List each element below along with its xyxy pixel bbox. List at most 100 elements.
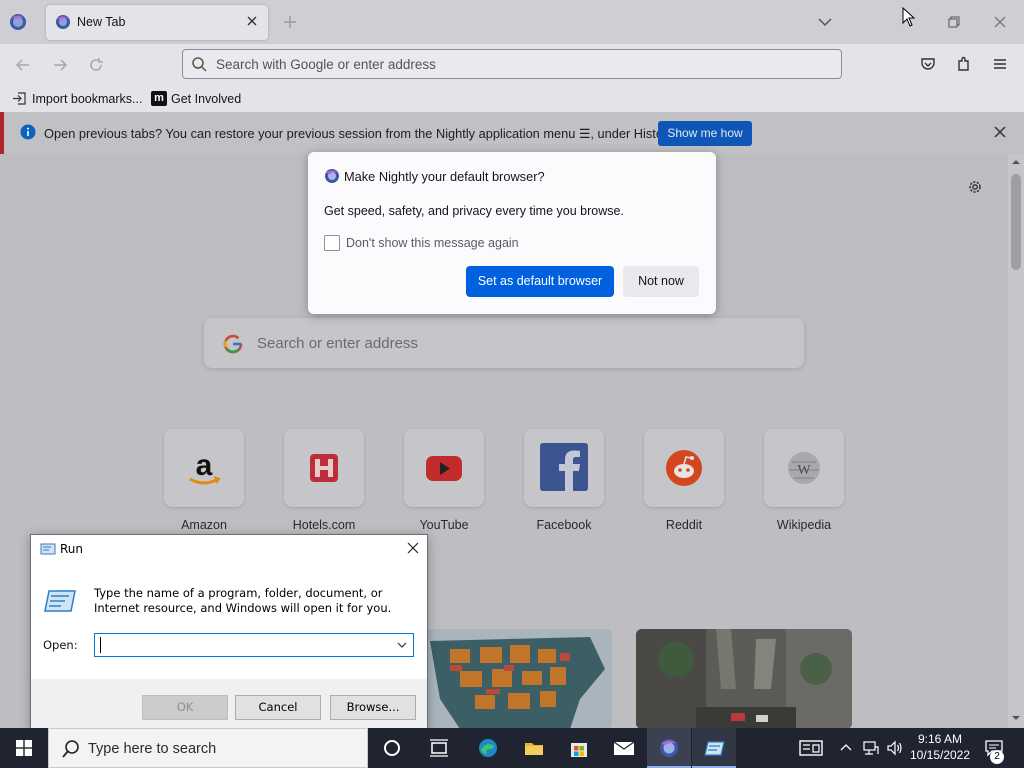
navigation-toolbar: Search with Google or enter address: [0, 44, 1024, 86]
info-icon: [20, 124, 36, 140]
news-widget-button[interactable]: [796, 728, 826, 768]
open-label: Open:: [43, 638, 78, 652]
notification-count-badge: 2: [990, 750, 1004, 764]
tile-box: W: [764, 429, 844, 507]
notification-text: Open previous tabs? You can restore your…: [44, 126, 677, 141]
tab-title: New Tab: [77, 15, 126, 29]
tab-new-tab[interactable]: New Tab: [46, 5, 268, 40]
ok-button[interactable]: OK: [142, 695, 228, 720]
show-me-how-button[interactable]: Show me how: [658, 121, 752, 146]
cortana-button[interactable]: [370, 728, 414, 768]
top-site-amazon[interactable]: a Amazon: [164, 429, 246, 539]
top-site-wikipedia[interactable]: W Wikipedia: [764, 429, 846, 539]
not-now-button[interactable]: Not now: [623, 266, 699, 297]
scroll-up-arrow-icon[interactable]: [1012, 158, 1020, 166]
mozilla-m-icon: m: [151, 91, 167, 106]
forward-arrow-icon[interactable]: [51, 56, 69, 74]
chevron-up-icon: [840, 744, 852, 751]
volume-button[interactable]: [884, 728, 906, 768]
nightly-logo-icon: [660, 739, 678, 757]
scroll-down-arrow-icon[interactable]: [1012, 714, 1020, 722]
tile-box: [644, 429, 724, 507]
dont-show-again-label[interactable]: Don't show this message again: [346, 236, 519, 250]
story-card-street[interactable]: [636, 629, 852, 728]
show-hidden-icons-button[interactable]: [836, 728, 856, 768]
google-g-icon: [223, 334, 243, 354]
search-icon: [62, 740, 79, 758]
dont-show-again-checkbox[interactable]: [324, 235, 340, 251]
nightly-logo-icon: [325, 169, 339, 183]
address-bar[interactable]: Search with Google or enter address: [182, 49, 842, 79]
taskbar-file-explorer[interactable]: [512, 728, 556, 768]
back-arrow-icon[interactable]: [14, 56, 32, 74]
close-icon[interactable]: [406, 541, 420, 555]
hamburger-menu-icon[interactable]: [991, 55, 1009, 73]
notification-close-icon[interactable]: [992, 124, 1008, 140]
facebook-icon: [540, 443, 588, 491]
window-close-icon[interactable]: [992, 14, 1008, 30]
nightly-logo-icon[interactable]: [8, 12, 28, 32]
clock-time: 9:16 AM: [917, 732, 963, 746]
us-map-image: [420, 629, 612, 728]
run-app-icon: [704, 741, 725, 756]
tile-label: Wikipedia: [776, 518, 832, 532]
session-restore-notification: Open previous tabs? You can restore your…: [0, 112, 1024, 154]
reload-icon[interactable]: [87, 56, 105, 74]
open-combobox-input[interactable]: [94, 633, 414, 657]
gear-icon[interactable]: [966, 178, 984, 196]
page-search-placeholder: Search or enter address: [257, 335, 418, 352]
wikipedia-icon: W: [788, 452, 820, 484]
cancel-button[interactable]: Cancel: [235, 695, 321, 720]
dialog-title: Make Nightly your default browser?: [344, 169, 545, 184]
top-site-reddit[interactable]: Reddit: [644, 429, 726, 539]
mouse-cursor-icon: [902, 7, 916, 27]
reddit-icon: [666, 450, 702, 486]
taskbar-run[interactable]: [692, 728, 736, 768]
tab-list-chevron-icon[interactable]: [817, 14, 833, 30]
tile-label: Facebook: [536, 518, 592, 532]
new-tab-plus-icon[interactable]: [282, 14, 298, 30]
store-bag-icon: [571, 743, 587, 757]
chevron-down-icon[interactable]: [396, 639, 408, 651]
page-search-box[interactable]: Search or enter address: [204, 318, 804, 368]
tile-label: Amazon: [181, 518, 227, 532]
tile-box: a: [164, 429, 244, 507]
page-scrollbar[interactable]: [1008, 154, 1024, 728]
taskbar-store[interactable]: [557, 728, 601, 768]
tile-label: Hotels.com: [292, 518, 356, 532]
taskbar-search-box[interactable]: Type here to search: [48, 728, 368, 768]
bookmark-get-involved-label: Get Involved: [171, 92, 242, 106]
story-card-map[interactable]: [420, 629, 612, 728]
set-as-default-button[interactable]: Set as default browser: [466, 266, 614, 297]
top-site-youtube[interactable]: YouTube: [404, 429, 486, 539]
run-dialog-footer: OK Cancel Browse...: [31, 679, 427, 729]
start-button[interactable]: [0, 728, 48, 768]
amazon-icon: a: [189, 449, 221, 485]
taskbar-edge[interactable]: [466, 728, 510, 768]
tile-box: [524, 429, 604, 507]
clock[interactable]: 9:16 AM 10/15/2022: [906, 731, 974, 763]
top-site-hotels[interactable]: Hotels.com: [284, 429, 366, 539]
hotels-icon: [310, 454, 338, 482]
tab-close-icon[interactable]: [244, 13, 260, 29]
import-icon: [13, 92, 26, 105]
tile-box: [404, 429, 484, 507]
top-site-facebook[interactable]: Facebook: [524, 429, 606, 539]
bookmark-import-label: Import bookmarks...: [32, 92, 143, 106]
taskbar-mail[interactable]: [602, 728, 646, 768]
clock-date: 10/15/2022: [909, 748, 971, 762]
tab-strip: New Tab: [0, 0, 1024, 44]
windows-logo-icon: [16, 740, 32, 756]
extensions-puzzle-icon[interactable]: [955, 55, 973, 73]
task-view-button[interactable]: [417, 728, 461, 768]
browse-button[interactable]: Browse...: [330, 695, 416, 720]
tile-box: [284, 429, 364, 507]
cortana-circle-icon: [384, 740, 400, 756]
network-button[interactable]: [860, 728, 882, 768]
run-dialog-title: Run: [60, 542, 84, 556]
pocket-icon[interactable]: [919, 55, 937, 73]
default-browser-dialog: Make Nightly your default browser? Get s…: [308, 152, 716, 314]
taskbar-nightly[interactable]: [647, 728, 691, 768]
scroll-thumb[interactable]: [1011, 174, 1021, 270]
window-restore-icon[interactable]: [946, 14, 962, 30]
